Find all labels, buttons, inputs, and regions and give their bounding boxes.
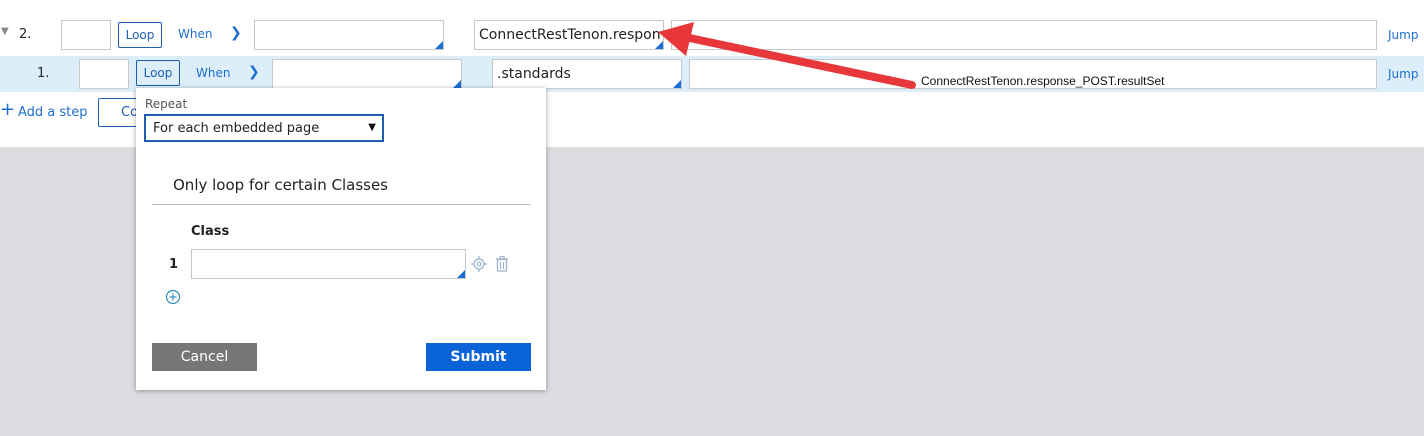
annotation-arrow-shaft bbox=[676, 32, 916, 89]
jump-link[interactable]: Jump bbox=[1388, 67, 1418, 81]
step-number: 1. bbox=[37, 66, 50, 81]
collapse-triangle-icon[interactable]: ▼ bbox=[1, 26, 9, 37]
target-icon[interactable] bbox=[471, 256, 487, 272]
step-number: 2. bbox=[19, 27, 32, 42]
step-page-value: ConnectRestTenon.respons bbox=[479, 27, 661, 43]
when-condition-field[interactable] bbox=[272, 59, 462, 89]
step-label-field[interactable] bbox=[61, 20, 111, 50]
class-row-index: 1 bbox=[169, 257, 179, 272]
section-divider bbox=[152, 204, 530, 205]
plus-icon: + bbox=[0, 99, 16, 120]
step-page-field[interactable]: ConnectRestTenon.respons bbox=[474, 20, 664, 50]
class-input[interactable] bbox=[191, 249, 466, 279]
when-link[interactable]: When bbox=[178, 27, 212, 41]
chevron-right-icon[interactable]: ❯ bbox=[248, 64, 260, 80]
jump-link[interactable]: Jump bbox=[1388, 28, 1418, 42]
section-title: Only loop for certain Classes bbox=[173, 176, 388, 194]
repeat-label: Repeat bbox=[145, 97, 188, 111]
submit-button[interactable]: Submit bbox=[426, 343, 531, 371]
add-step-label: Add a step bbox=[18, 105, 88, 120]
dropdown-arrow-icon: ▼ bbox=[368, 122, 376, 133]
step-label-field[interactable] bbox=[79, 59, 129, 89]
annotation-text: ConnectRestTenon.response_POST.resultSet bbox=[921, 74, 1165, 88]
cancel-button-label: Cancel bbox=[180, 349, 229, 365]
annotation-arrowhead bbox=[658, 22, 694, 56]
when-link[interactable]: When bbox=[196, 66, 230, 80]
annotation-arrow bbox=[658, 22, 916, 89]
loop-settings-popup: Repeat For each embedded page ▼ Only loo… bbox=[136, 88, 546, 390]
submit-button-label: Submit bbox=[450, 349, 507, 365]
add-row-icon[interactable] bbox=[165, 289, 181, 305]
chevron-right-icon[interactable]: ❯ bbox=[230, 25, 242, 41]
trash-icon[interactable] bbox=[495, 256, 509, 272]
class-column-header: Class bbox=[191, 224, 230, 239]
loop-button[interactable]: Loop bbox=[118, 22, 162, 48]
step-page-value: .standards bbox=[497, 66, 571, 82]
cancel-button[interactable]: Cancel bbox=[152, 343, 257, 371]
repeat-select[interactable]: For each embedded page ▼ bbox=[144, 114, 384, 142]
loop-button[interactable]: Loop bbox=[136, 60, 180, 86]
repeat-select-value: For each embedded page bbox=[153, 121, 320, 136]
when-condition-field[interactable] bbox=[254, 20, 444, 50]
add-step-link[interactable]: + Add a step bbox=[0, 99, 90, 123]
